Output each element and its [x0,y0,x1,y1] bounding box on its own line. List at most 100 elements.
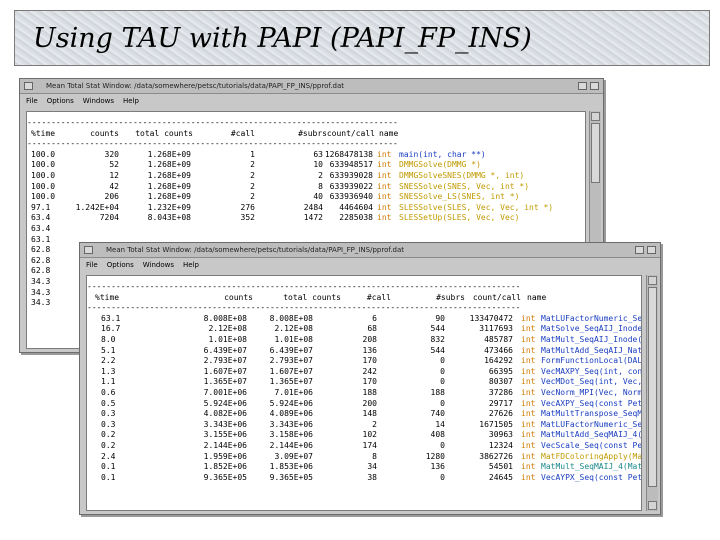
cell-calls: 200 [362,398,377,408]
minimize-button[interactable] [635,246,644,254]
cell-type: int [521,377,536,387]
maximize-button[interactable] [590,82,599,90]
window-menu-button[interactable] [84,246,93,254]
table-row[interactable]: 16.7 2.12E+08 2.12E+08 68 544 3117693 int MatSo… [87,324,641,335]
stat-window-front[interactable]: Mean Total Stat Window: /data/somewhere/… [79,242,661,515]
cell-calls: 170 [362,356,377,366]
table-row[interactable]: 2.4 1.959E+06 3.09E+07 8 1280 3862726 int MatFD… [87,452,641,463]
table-row[interactable]: 100.0 52 1.268E+09 2 10 633948517 int DMMGSolve… [27,160,585,171]
table-row[interactable]: 0.3 3.343E+06 3.343E+06 2 14 1671505 int MatLUF… [87,420,641,431]
table-row[interactable]: 2.2 2.793E+07 2.793E+07 170 0 164292 int FormFu… [87,356,641,367]
table-row[interactable]: 63.1 8.008E+08 8.008E+08 6 90 133470472 int Mat… [87,314,641,325]
cell-subrs: 0 [440,440,445,450]
maximize-button[interactable] [647,246,656,254]
window-titlebar[interactable]: Mean Total Stat Window: /data/somewhere/… [20,79,603,94]
cell-calls: 188 [362,387,377,397]
table-row[interactable]: 0.1 1.852E+06 1.853E+06 34 136 54501 int MatMul… [87,462,641,473]
column-header: total counts [283,292,341,302]
cell-cpc: 29717 [488,398,513,408]
table-row[interactable]: 1.1 1.365E+07 1.365E+07 170 0 80307 int VecMDot… [87,377,641,388]
cell-total: 1.268E+09 [147,170,191,180]
cell-time: 8.0 [101,334,116,344]
separator-line: ----------------------------------------… [87,303,521,313]
table-row[interactable]: 100.0 206 1.268E+09 2 40 633936940 int SNESSolv… [27,192,585,203]
menu-item-options[interactable]: Options [47,97,74,105]
profile-text-area[interactable]: ----------------------------------------… [86,275,642,511]
cell-time: 100.0 [31,170,56,180]
cell-name: VecScale_Seq(const PetscScalar *, Vec) [541,440,642,450]
cell-subrs: 0 [440,356,445,366]
cell-total: 4.089E+06 [269,409,313,419]
cell-cpc: 633939028 [329,170,373,180]
table-row[interactable]: 63.4 7204 8.043E+08 352 1472 2285038 int SLESSe… [27,213,585,224]
table-row[interactable]: 8.0 1.01E+08 1.01E+08 208 832 485787 int MatMul… [87,335,641,346]
cell-name: MatMultAdd_SeqAIJ_NaturalOrdering(Mat, V… [541,345,642,355]
cell-total: 1.268E+09 [147,192,191,202]
menu-item-help[interactable]: Help [123,97,139,105]
cell-name: VecNorm_MPI(Vec, NormType, PetscReal *) [541,387,642,397]
table-row[interactable]: 0.6 7.001E+06 7.01E+06 188 188 37286 int VecNor… [87,388,641,399]
menu-item-windows[interactable]: Windows [143,261,174,269]
cell-counts: 42 [109,181,119,191]
cell-counts: 7.001E+06 [203,387,247,397]
table-row[interactable]: 0.3 4.082E+06 4.089E+06 148 740 27626 int MatMu… [87,409,641,420]
cell-cpc: 2285038 [339,213,373,223]
scroll-down-arrow-icon[interactable] [648,501,657,510]
menu-item-help[interactable]: Help [183,261,199,269]
window-menu-button[interactable] [24,82,33,90]
table-row[interactable]: 0.5 5.924E+06 5.924E+06 200 0 29717 int VecAXPY… [87,399,641,410]
cell-total: 8.043E+08 [147,213,191,223]
cell-type: int [521,440,536,450]
menu-item-file[interactable]: File [86,261,98,269]
scrollbar-thumb[interactable] [648,287,657,487]
cell-time: 0.5 [101,398,116,408]
menu-item-windows[interactable]: Windows [83,97,114,105]
vertical-scrollbar[interactable] [646,275,658,511]
cell-cpc: 4464604 [339,202,373,212]
cell-type: int [521,345,536,355]
cell-counts: 3.155E+06 [203,430,247,440]
cell-calls: 148 [362,409,377,419]
table-row[interactable]: 0.2 2.144E+06 2.144E+06 174 0 12324 int VecScal… [87,441,641,452]
cell-counts: 4.082E+06 [203,409,247,419]
cell-name: MatMult_SeqMAIJ_4(Mat, Vec, Vec) [541,462,642,472]
cell-cpc: 54501 [488,462,513,472]
cell-calls: 102 [362,430,377,440]
cell-calls: 8 [372,451,377,461]
minimize-button[interactable] [578,82,587,90]
table-row[interactable]: 0.2 3.155E+06 3.158E+06 102 408 30963 int MatMu… [87,430,641,441]
cell-counts: 12 [109,170,119,180]
cell-type: int [377,170,392,180]
table-row[interactable]: 100.0 12 1.268E+09 2 2 633939028 int DMMGSolveS… [27,171,585,182]
cell-calls: 68 [367,324,377,334]
window-titlebar[interactable]: Mean Total Stat Window: /data/somewhere/… [80,243,660,258]
table-row[interactable]: 5.1 6.439E+07 6.439E+07 136 544 473466 int MatM… [87,346,641,357]
cell-name: SNESSolve_LS(SNES, int *) [399,192,520,202]
cell-counts: 1.01E+08 [208,334,247,344]
scroll-up-arrow-icon[interactable] [591,112,600,121]
menu-item-options[interactable]: Options [107,261,134,269]
table-row[interactable]: 100.0 42 1.268E+09 2 8 633939022 int SNESSolve(… [27,182,585,193]
cell-name: MatFDColoringApply(Mat, MatFDColoring, V… [541,451,642,461]
cell-total: 1.853E+06 [269,462,313,472]
menu-item-file[interactable]: File [26,97,38,105]
scrollbar-thumb[interactable] [591,123,600,183]
cell-counts: 2.793E+07 [203,356,247,366]
cell-cpc: 133470472 [469,313,513,323]
cell-time: 100.0 [31,181,56,191]
cell-time: 0.2 [101,440,116,450]
cell-subrs: 188 [430,387,445,397]
scroll-up-arrow-icon[interactable] [648,276,657,285]
column-header: #call [230,128,255,138]
table-row[interactable]: 100.0 320 1.268E+09 1 63 1268478138 int main(in… [27,150,585,161]
table-row[interactable]: 1.3 1.607E+07 1.607E+07 242 0 66395 int VecMAXP… [87,367,641,378]
table-row[interactable]: 0.1 9.365E+05 9.365E+05 38 0 24645 int VecAYPX_… [87,473,641,484]
cell-cpc: 633939022 [329,181,373,191]
cell-total: 2.144E+06 [269,440,313,450]
cell-total: 9.365E+05 [269,472,313,482]
cell-calls: 2 [250,181,255,191]
table-row[interactable]: 97.1 1.242E+04 1.232E+09 276 2484 4464604 int S… [27,203,585,214]
cell-cpc: 633948517 [329,160,373,170]
cell-type: int [521,472,536,482]
cell-subrs: 0 [440,398,445,408]
